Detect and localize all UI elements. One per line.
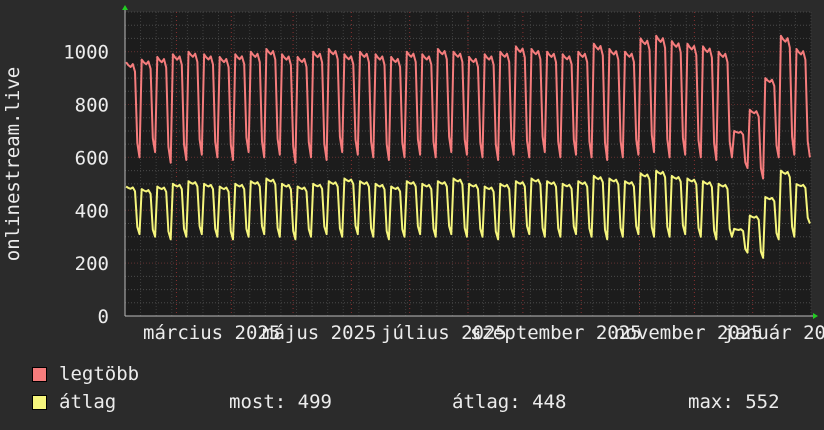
x-tick-label: március 2025 [143,322,280,344]
y-tick-labels: 0 200 400 600 800 1000 [63,42,109,328]
y-tick-label: 600 [75,147,109,169]
y-tick-label: 0 [98,306,109,328]
y-tick-label: 200 [75,253,109,275]
y-axis-arrow [122,5,128,10]
y-tick-label: 400 [75,200,109,222]
y-tick-label: 800 [75,95,109,117]
traffic-chart: 0 200 400 600 800 1000 március 2025május 2025… [2,5,824,344]
x-axis-arrow [813,313,818,319]
x-tick-labels: március 2025május 2025 július 2025szeptem… [143,322,824,344]
x-tick-label: május 2025 [262,322,376,344]
y-tick-label: 1000 [63,42,109,64]
x-tick-label: január 2026 [723,322,824,344]
y-axis-label: onlinestream.live [2,67,24,261]
